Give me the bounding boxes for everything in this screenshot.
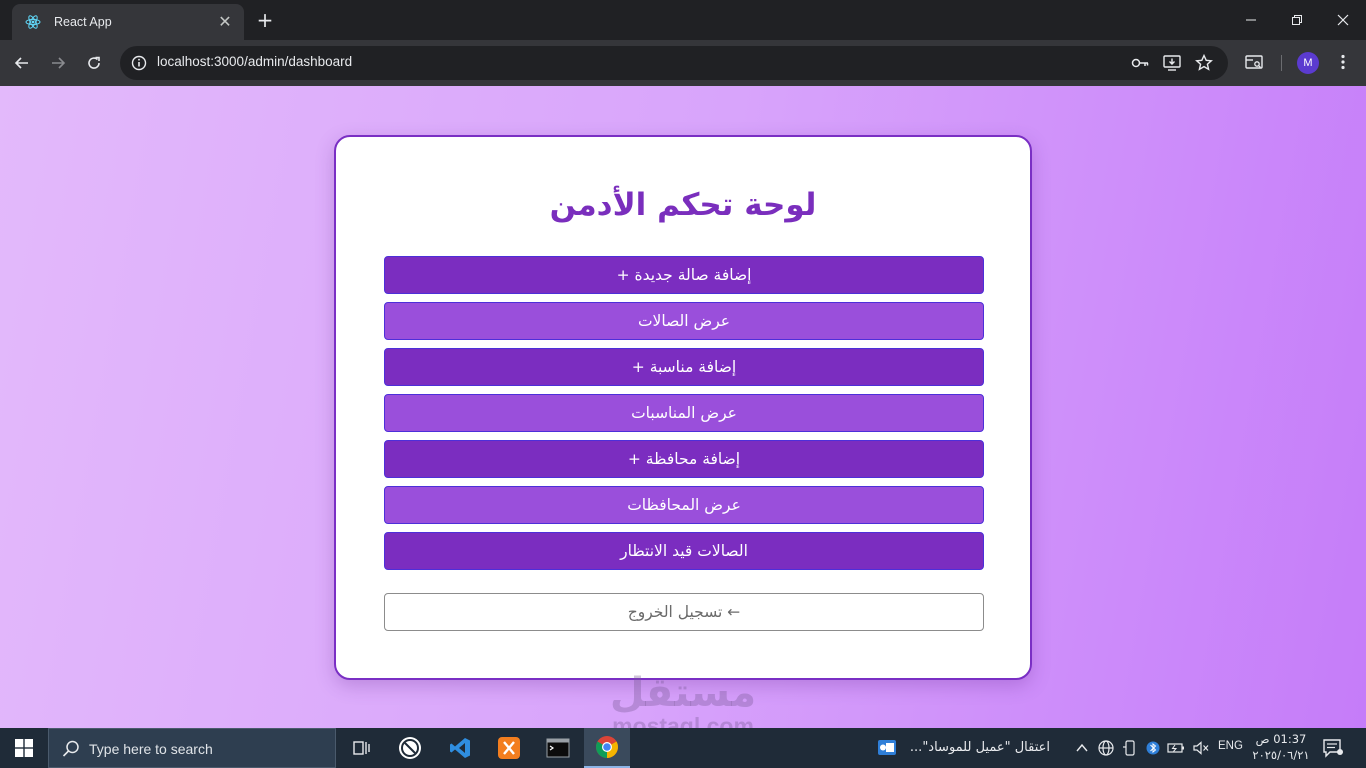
add-hall-button[interactable]: إضافة صالة جديدة + [384, 256, 984, 294]
restore-icon[interactable] [1274, 0, 1320, 40]
device-icon[interactable] [1120, 738, 1140, 758]
close-window-icon[interactable] [1320, 0, 1366, 40]
chrome-icon[interactable] [584, 728, 630, 768]
logout-button[interactable]: ← تسجيل الخروج [384, 593, 984, 631]
clock[interactable]: 01:37 ص ٢٠٢٥/٠٦/٢١ [1250, 731, 1312, 763]
new-tab-plus-icon[interactable]: + [255, 9, 275, 31]
close-tab-icon[interactable]: ✕ [216, 13, 234, 31]
input-language[interactable]: ENG [1218, 740, 1243, 752]
task-view-icon[interactable] [338, 728, 384, 768]
menu-kebab-icon[interactable] [1333, 52, 1353, 72]
browser-toolbar: localhost:3000/admin/dashboard [0, 40, 1366, 86]
globe-icon[interactable] [1096, 738, 1116, 758]
toolbar-separator [1281, 55, 1282, 71]
key-icon[interactable] [1130, 53, 1150, 73]
news-app-icon [876, 737, 900, 759]
chevron-up-icon[interactable] [1072, 738, 1092, 758]
terminal-icon[interactable] [535, 728, 581, 768]
reload-icon[interactable] [81, 50, 107, 76]
vscode-icon[interactable] [437, 728, 483, 768]
react-favicon-icon [24, 13, 42, 31]
view-halls-button[interactable]: عرض الصالات [384, 302, 984, 340]
address-bar[interactable]: localhost:3000/admin/dashboard [120, 46, 1228, 80]
watermark-latin: mostaql.com [612, 713, 754, 729]
news-text: اعتقال "عميل للموساد"... [909, 740, 1050, 755]
clock-time: 01:37 ص [1255, 732, 1307, 746]
taskbar-search[interactable]: Type here to search [48, 728, 336, 768]
browser-tab[interactable]: React App ✕ [12, 4, 244, 40]
volume-muted-icon[interactable] [1191, 738, 1211, 758]
add-occasion-button[interactable]: إضافة مناسبة + [384, 348, 984, 386]
page-title: لوحة تحكم الأدمن [549, 187, 817, 223]
tab-strip: React App ✕ + [0, 0, 1366, 40]
xampp-icon[interactable] [486, 728, 532, 768]
view-occasions-button[interactable]: عرض المناسبات [384, 394, 984, 432]
search-icon [61, 739, 81, 759]
page-viewport: لوحة تحكم الأدمن إضافة صالة جديدة + عرض … [0, 86, 1366, 728]
bluetooth-icon[interactable] [1143, 738, 1163, 758]
profile-avatar[interactable]: M [1297, 52, 1319, 74]
view-governorates-button[interactable]: عرض المحافظات [384, 486, 984, 524]
forward-icon[interactable] [45, 50, 71, 76]
dashboard-card: لوحة تحكم الأدمن إضافة صالة جديدة + عرض … [334, 135, 1032, 680]
install-icon[interactable] [1162, 53, 1182, 73]
tab-search-icon[interactable] [1244, 52, 1264, 72]
news-notification[interactable]: اعتقال "عميل للموساد"... [876, 728, 1066, 768]
tab-title: React App [54, 15, 112, 29]
url-text[interactable]: localhost:3000/admin/dashboard [157, 54, 352, 69]
star-icon[interactable] [1194, 53, 1214, 73]
back-icon[interactable] [9, 50, 35, 76]
search-placeholder: Type here to search [89, 741, 213, 757]
windows-taskbar: Type here to search اعتقال "عميل للموساد… [0, 728, 1366, 768]
app-circle-icon[interactable] [387, 728, 433, 768]
add-governorate-button[interactable]: إضافة محافظة + [384, 440, 984, 478]
pending-halls-button[interactable]: الصالات قيد الانتظار [384, 532, 984, 570]
minimize-icon[interactable] [1228, 0, 1274, 40]
info-icon[interactable] [130, 54, 148, 72]
clock-date: ٢٠٢٥/٠٦/٢١ [1252, 748, 1310, 762]
notifications-icon[interactable] [1322, 738, 1344, 758]
windows-start-icon[interactable] [0, 728, 48, 768]
battery-charging-icon[interactable] [1166, 738, 1186, 758]
